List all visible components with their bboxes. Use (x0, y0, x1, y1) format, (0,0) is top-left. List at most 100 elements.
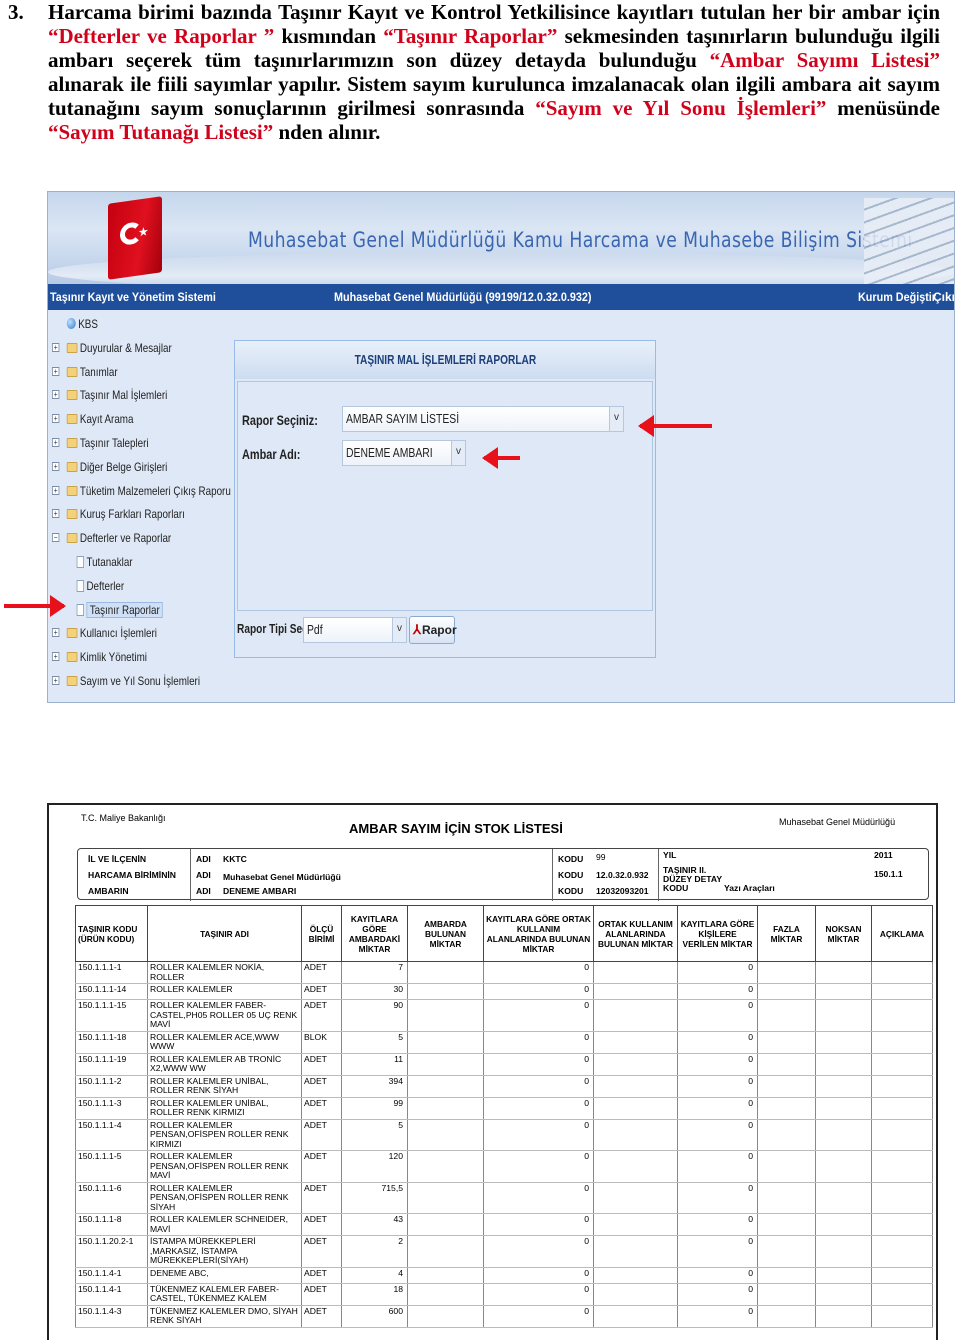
row-empty (757, 999, 816, 1032)
chevron-down-icon[interactable]: v (609, 407, 623, 431)
keyboard-image (864, 198, 954, 284)
row-kisi: 0 (677, 1283, 758, 1306)
expand-icon[interactable]: + (52, 461, 60, 471)
ambar-select-value: DENEME AMBARI (346, 445, 433, 460)
tree-item-tuketim[interactable]: + Tüketim Malzemeleri Çıkış Raporu (52, 481, 231, 505)
panel-title: TAŞINIR MAL İŞLEMLERİ RAPORLAR (235, 341, 655, 379)
expand-icon[interactable]: + (52, 366, 60, 376)
tree-item-tutanaklar[interactable]: Tutanaklar (52, 552, 200, 576)
app-screenshot: ★ Muhasebat Genel Müdürlüğü Kamu Harcama… (47, 191, 955, 703)
row-code: 150.1.1.1-1 (75, 961, 148, 984)
tree-item-kurus[interactable]: + Kuruş Farkları Raporları (52, 504, 200, 528)
expand-icon[interactable]: + (52, 509, 60, 519)
row-code: 150.1.1.4-3 (75, 1305, 148, 1328)
row-empty (593, 999, 678, 1032)
row-empty (407, 1119, 484, 1151)
row-unit: ADET (301, 961, 342, 984)
menu-ref-sayim-yil-sonu: “Sayım ve Yıl Sonu İşlemleri” (535, 96, 827, 120)
row-empty (871, 1031, 933, 1054)
annotation-arrow-menu (4, 595, 66, 617)
tree-item-kimlik[interactable]: + Kimlik Yönetimi (52, 647, 200, 671)
tree-item-duyurular[interactable]: + Duyurular & Mesajlar (52, 338, 200, 362)
row-code: 150.1.1.1-2 (75, 1075, 148, 1098)
tree-label: Defterler (86, 578, 125, 593)
collapse-icon[interactable]: − (52, 533, 60, 543)
row-empty (815, 1075, 872, 1098)
tree-item-defterler[interactable]: Defterler (52, 576, 200, 600)
column-header: KAYITLARA GÖRE AMBARDAKİ MİKTAR (341, 905, 408, 962)
row-empty (407, 983, 484, 1000)
row-kisi: 0 (677, 1119, 758, 1151)
row-kisi: 0 (677, 1053, 758, 1076)
text-segment: kısmından (274, 24, 384, 48)
expand-icon[interactable]: + (52, 485, 60, 495)
row-empty (593, 1119, 678, 1151)
instruction-text: Harcama birimi bazında Taşınır Kayıt ve … (48, 0, 940, 144)
expand-icon[interactable]: + (52, 342, 60, 352)
expand-icon[interactable]: + (52, 390, 60, 400)
expand-icon[interactable]: + (52, 675, 60, 685)
row-qty: 715,5 (341, 1182, 408, 1214)
logout-link[interactable]: Çıkış (933, 290, 954, 304)
header-value: 12.0.32.0.932 (596, 870, 649, 880)
row-name: DENEME ABC, (147, 1267, 302, 1284)
row-empty (871, 999, 933, 1032)
row-empty (871, 983, 933, 1000)
tree-item-sayim[interactable]: + Sayım ve Yıl Sonu İşlemleri (52, 671, 200, 695)
header-label: KODU (558, 854, 584, 864)
row-name: ROLLER KALEMLER NOKİA, ROLLER (147, 961, 302, 984)
table-row: 150.1.1.1-5 ROLLER KALEMLER PENSAN,OFİSPE… (75, 1150, 933, 1183)
rapor-button-label: Rapor (421, 623, 457, 637)
chevron-down-icon[interactable]: v (392, 618, 406, 642)
panel-footer: Rapor Tipi Seçiniz: Pdf v ⅄Rapor (237, 615, 653, 655)
row-ortak: 0 (483, 999, 594, 1032)
ambar-select[interactable]: DENEME AMBARI v (342, 440, 466, 466)
tree-item-talepler[interactable]: + Taşınır Talepleri (52, 433, 200, 457)
expand-icon[interactable]: + (52, 652, 60, 662)
tree-item-kullanici[interactable]: + Kullanıcı İşlemleri (52, 623, 200, 647)
tree-item-belge[interactable]: + Diğer Belge Girişleri (52, 457, 200, 481)
expand-icon[interactable]: + (52, 628, 60, 638)
tree-item-tanimlar[interactable]: + Tanımlar (52, 362, 200, 386)
report-department: Muhasebat Genel Müdürlüğü (779, 817, 896, 827)
row-empty (407, 1182, 484, 1214)
tree-item-kayit-arama[interactable]: + Kayıt Arama (52, 409, 200, 433)
row-empty (593, 1053, 678, 1076)
table-row: 150.1.1.4-3 TÜKENMEZ KALEMLER DMO, SİYAH … (75, 1305, 933, 1328)
rapor-select[interactable]: AMBAR SAYIM LİSTESİ v (342, 406, 624, 432)
row-empty (593, 1305, 678, 1328)
tree-item-tasinir-raporlar[interactable]: Taşınır Raporlar (52, 600, 200, 624)
row-kisi: 0 (677, 1031, 758, 1054)
folder-icon (66, 628, 78, 639)
row-unit: ADET (301, 1119, 342, 1151)
row-kisi: 0 (677, 1150, 758, 1183)
row-code: 150.1.1.1-15 (75, 999, 148, 1032)
header-value: 150.1.1 (874, 869, 903, 879)
row-code: 150.1.1.20.2-1 (75, 1235, 148, 1268)
tree-label: Defterler ve Raporlar (79, 531, 172, 546)
column-header: TAŞINIR KODU (ÜRÜN KODU) (75, 905, 148, 962)
text-segment: nden alınır. (273, 120, 381, 144)
header-value: 99 (596, 852, 606, 862)
row-ortak: 0 (483, 1031, 594, 1054)
tree-root[interactable]: KBS (52, 314, 200, 338)
rapor-tipi-select[interactable]: Pdf v (303, 617, 407, 643)
row-empty (815, 1283, 872, 1306)
chevron-down-icon[interactable]: v (451, 441, 465, 465)
header-label: ADI (196, 870, 211, 880)
tree-item-tasinir-mal[interactable]: + Taşınır Mal İşlemleri (52, 385, 200, 409)
expand-icon[interactable]: + (52, 414, 60, 424)
change-institution-link[interactable]: Kurum Değiştir (858, 290, 936, 304)
row-name: TÜKENMEZ KALEMLER FABER-CASTEL, TÜKENMEZ… (147, 1283, 302, 1306)
tree-item-defterler-raporlar[interactable]: − Defterler ve Raporlar (52, 528, 200, 552)
row-empty (815, 1267, 872, 1284)
expand-icon[interactable]: + (52, 437, 60, 447)
row-empty (871, 1283, 933, 1306)
tree-label: Tutanaklar (86, 554, 133, 569)
rapor-select-value: AMBAR SAYIM LİSTESİ (346, 411, 460, 426)
rapor-button[interactable]: ⅄Rapor (409, 616, 457, 644)
row-empty (757, 1305, 816, 1328)
row-empty (815, 1182, 872, 1214)
folder-open-icon (66, 533, 78, 544)
tree-label: Duyurular & Mesajlar (79, 340, 172, 355)
